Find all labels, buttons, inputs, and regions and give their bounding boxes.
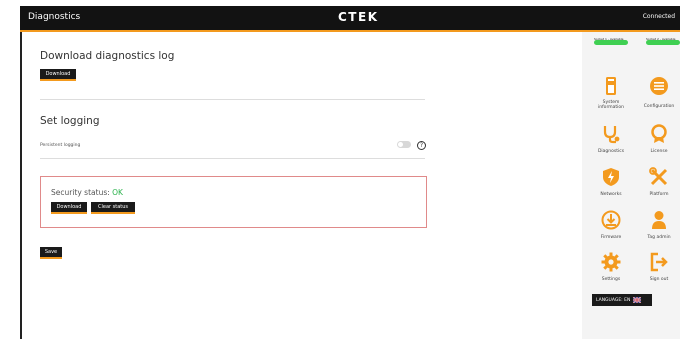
toggle-knob xyxy=(398,142,403,147)
set-logging-heading: Set logging xyxy=(40,115,100,127)
platform-tools-icon[interactable] xyxy=(649,167,669,187)
persistent-logging-toggle[interactable] xyxy=(397,141,411,148)
page-title: Diagnostics xyxy=(28,12,81,22)
sidebar-item-settings[interactable]: Settings xyxy=(591,277,631,282)
help-icon[interactable]: ? xyxy=(417,141,426,150)
sidebar-item-diagnostics[interactable]: Diagnostics xyxy=(591,149,631,154)
app-frame: Diagnostics CTEK Connected Download diag… xyxy=(20,6,680,339)
sidebar-item-configuration[interactable]: Configuration xyxy=(639,104,679,109)
tag-admin-user-icon[interactable] xyxy=(649,210,669,230)
security-status-panel: Security status: OK Download Clear statu… xyxy=(40,176,427,228)
security-status-label: Security status: xyxy=(51,188,110,197)
persistent-logging-label: Persistent logging xyxy=(40,143,81,148)
sidebar-item-system-information[interactable]: System information xyxy=(591,100,631,110)
divider xyxy=(40,158,425,159)
network-shield-icon[interactable] xyxy=(601,167,621,187)
sidebar-item-platform[interactable]: Platform xyxy=(639,192,679,197)
download-log-heading: Download diagnostics log xyxy=(40,50,175,62)
divider xyxy=(40,99,425,100)
uk-flag-icon xyxy=(633,297,642,303)
sidebar-item-networks[interactable]: Networks xyxy=(591,192,631,197)
ctek-logo: CTEK xyxy=(338,10,379,24)
main-content: Download diagnostics log Download Set lo… xyxy=(20,32,580,339)
settings-gear-icon[interactable] xyxy=(601,252,621,272)
security-download-button[interactable]: Download xyxy=(51,202,87,214)
connection-status: Connected xyxy=(642,13,675,20)
language-label: LANGUAGE: EN xyxy=(596,297,631,303)
firmware-download-icon[interactable] xyxy=(601,210,621,230)
clear-status-button[interactable]: Clear status xyxy=(91,202,135,214)
license-ribbon-icon[interactable] xyxy=(649,124,669,144)
sidebar-item-license[interactable]: License xyxy=(639,149,679,154)
socket-2-status-pill xyxy=(646,40,680,45)
download-log-button[interactable]: Download xyxy=(40,69,76,81)
configuration-icon[interactable] xyxy=(649,76,669,96)
sidebar-item-tag-admin[interactable]: Tag admin xyxy=(639,235,679,240)
system-information-icon[interactable] xyxy=(601,76,621,96)
sidebar: Socket 1 - Available Socket 2 - Availabl… xyxy=(582,32,680,339)
security-status-text: Security status: OK xyxy=(51,188,123,197)
save-button[interactable]: Save xyxy=(40,247,62,259)
security-status-value: OK xyxy=(112,188,123,197)
sign-out-icon[interactable] xyxy=(649,252,669,272)
sidebar-item-sign-out[interactable]: Sign out xyxy=(639,277,679,282)
sidebar-item-firmware[interactable]: Firmware xyxy=(591,235,631,240)
language-selector[interactable]: LANGUAGE: EN xyxy=(592,294,652,306)
socket-1-status-pill xyxy=(594,40,628,45)
top-bar: Diagnostics CTEK Connected xyxy=(20,6,680,32)
stethoscope-icon[interactable] xyxy=(601,124,621,144)
